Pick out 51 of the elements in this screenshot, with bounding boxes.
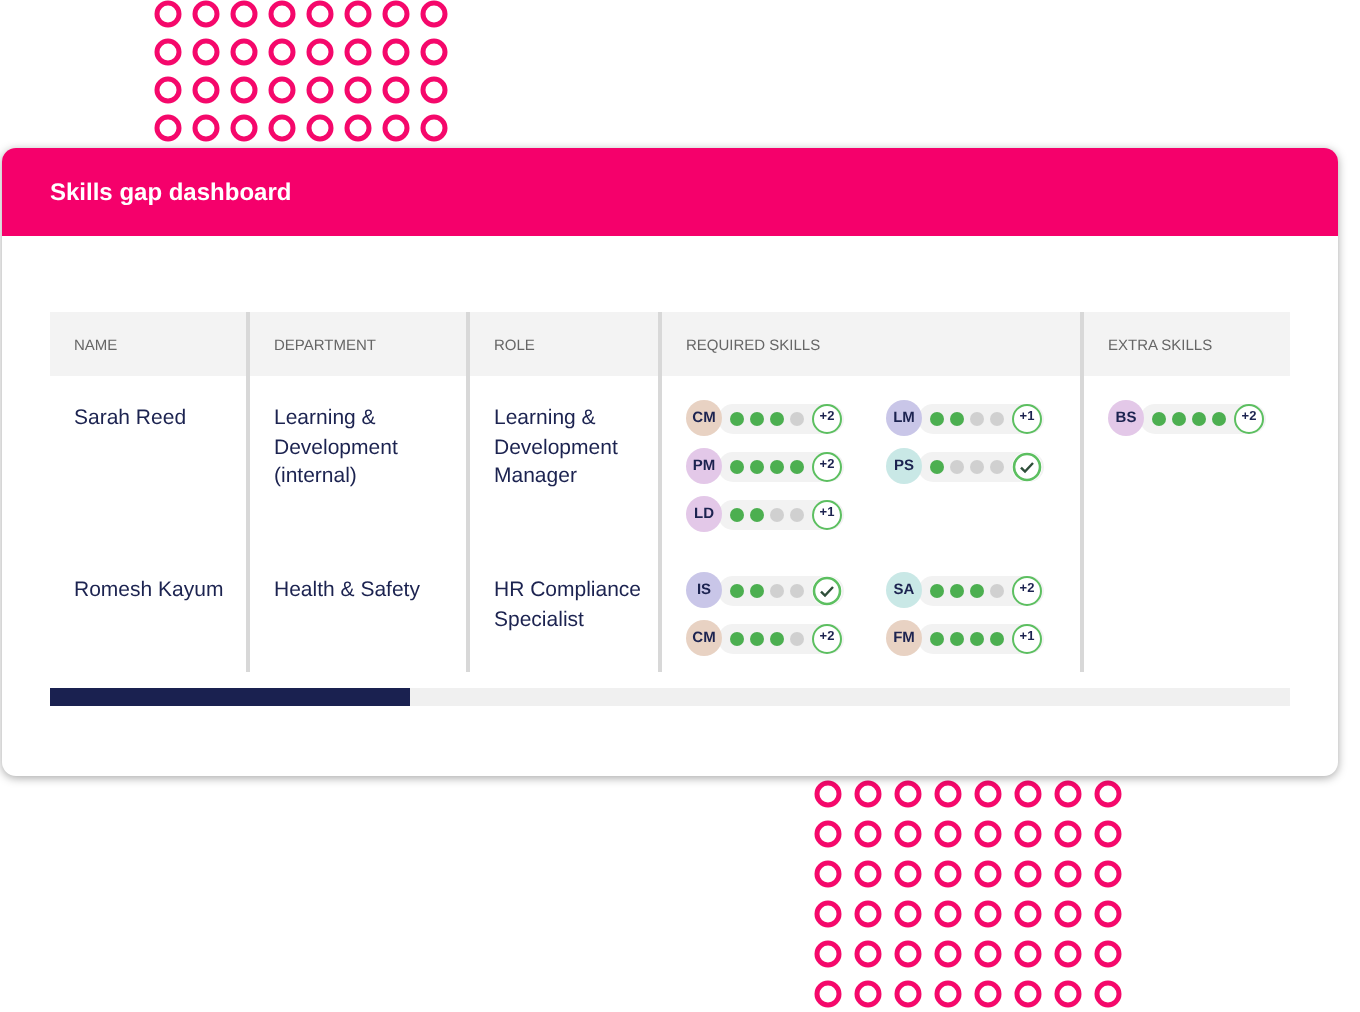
rating-dot	[970, 583, 984, 597]
rating-dot	[790, 411, 804, 425]
rating-dot	[1212, 411, 1226, 425]
rating-dot	[770, 411, 784, 425]
rating-dot	[970, 459, 984, 473]
rating-dot	[770, 583, 784, 597]
rating-dot	[970, 411, 984, 425]
horizontal-scrollbar[interactable]	[50, 688, 1290, 706]
rating-dot	[790, 459, 804, 473]
rating-dot	[930, 411, 944, 425]
rating-dot	[990, 583, 1004, 597]
rating-dot	[730, 411, 744, 425]
table-cell: HR Compliance Specialist	[470, 548, 662, 672]
rating-dot	[790, 507, 804, 521]
rating-dot	[970, 631, 984, 645]
rating-dot	[750, 507, 764, 521]
rating-dot	[930, 583, 944, 597]
rating-dot	[750, 411, 764, 425]
rating-dot	[950, 631, 964, 645]
table-cell: Learning & Development Manager	[470, 376, 662, 548]
rating-dot	[1152, 411, 1166, 425]
rating-dot	[730, 583, 744, 597]
scrollbar-thumb[interactable]	[50, 688, 410, 706]
rating-dot	[790, 631, 804, 645]
rating-dot	[930, 631, 944, 645]
rating-dot	[1192, 411, 1206, 425]
table-cell: Romesh Kayum	[50, 548, 250, 672]
rating-dot	[770, 459, 784, 473]
check-icon	[812, 575, 842, 605]
dashboard-title: Skills gap dashboard	[50, 178, 292, 206]
rating-dot	[1172, 411, 1186, 425]
rating-dot	[770, 507, 784, 521]
rating-dot	[750, 583, 764, 597]
rating-dot	[730, 507, 744, 521]
rating-dot	[950, 583, 964, 597]
rating-dot	[790, 583, 804, 597]
rating-dot	[750, 631, 764, 645]
table-cell: Sarah Reed	[50, 376, 250, 548]
rating-dot	[930, 459, 944, 473]
rating-dot	[990, 631, 1004, 645]
check-icon	[1012, 451, 1042, 481]
table-cell: Health & Safety	[250, 548, 470, 672]
rating-dot	[730, 631, 744, 645]
rating-dot	[990, 411, 1004, 425]
rating-dot	[950, 411, 964, 425]
rating-dot	[950, 459, 964, 473]
rating-dot	[770, 631, 784, 645]
rating-dot	[730, 459, 744, 473]
table-cell: Learning & Development (internal)	[250, 376, 470, 548]
rating-dot	[750, 459, 764, 473]
rating-dot	[990, 459, 1004, 473]
